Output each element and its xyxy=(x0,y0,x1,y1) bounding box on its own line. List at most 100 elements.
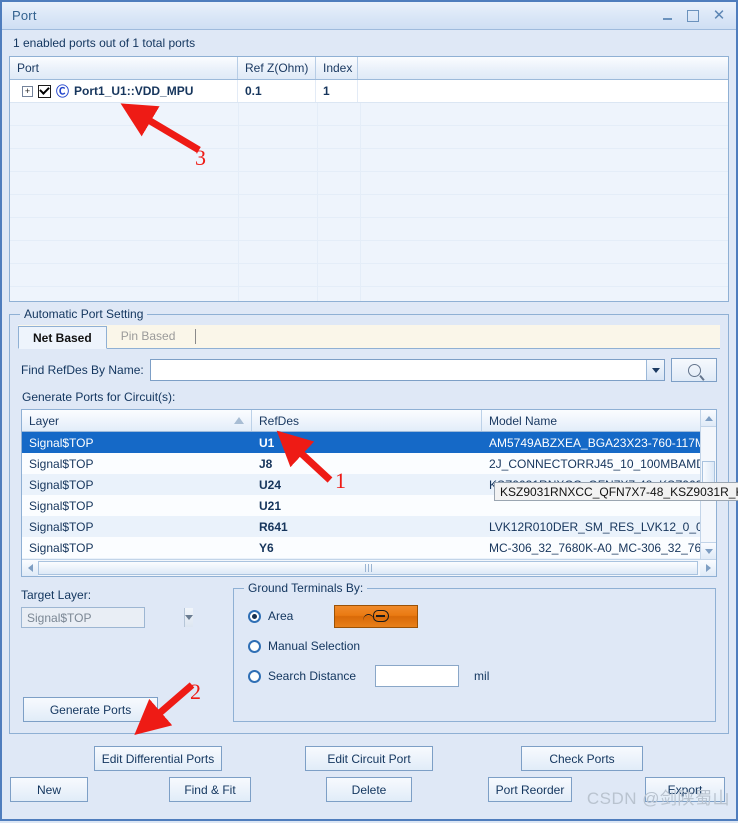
empty-row xyxy=(10,218,728,241)
target-layer-combo[interactable] xyxy=(21,607,145,628)
grip-line xyxy=(371,564,372,572)
maximize-button[interactable] xyxy=(680,5,706,27)
chevron-down-icon xyxy=(185,615,193,620)
minimize-icon xyxy=(663,18,672,20)
footer-buttons: Edit Differential Ports Edit Circuit Por… xyxy=(2,734,736,819)
circuits-horizontal-scrollbar[interactable] xyxy=(22,559,716,576)
empty-row xyxy=(10,126,728,149)
target-layer-dropdown-button[interactable] xyxy=(184,608,193,627)
annotation-number-3: 3 xyxy=(195,145,206,171)
radio-area[interactable] xyxy=(248,610,261,623)
circuits-list[interactable]: Layer RefDes Model Name Signal$TOP U1 AM… xyxy=(21,409,717,577)
column-header-blank[interactable] xyxy=(358,57,728,79)
ground-option-manual-selection[interactable]: Manual Selection xyxy=(248,631,705,661)
new-button[interactable]: New xyxy=(10,777,88,802)
minimize-button[interactable] xyxy=(654,5,680,27)
generate-ports-for-circuits-label: Generate Ports for Circuit(s): xyxy=(22,390,717,404)
magnifier-icon xyxy=(688,364,701,377)
circuits-row-R641[interactable]: Signal$TOP R641 LVK12R010DER_SM_RES_LVK1… xyxy=(22,516,700,537)
horizontal-scroll-thumb[interactable] xyxy=(38,561,698,575)
column-header-model-name[interactable]: Model Name xyxy=(482,410,700,431)
radio-search-distance[interactable] xyxy=(248,670,261,683)
port-reorder-button[interactable]: Port Reorder xyxy=(488,777,572,802)
cell-refdes: R641 xyxy=(252,516,482,537)
horizontal-scroll-track[interactable] xyxy=(38,560,700,576)
ports-grid-empty-area[interactable] xyxy=(10,103,728,302)
cell-layer: Signal$TOP xyxy=(22,495,252,516)
radio-area-label: Area xyxy=(268,609,293,623)
title-bar: Port ✕ xyxy=(2,2,736,30)
ground-option-search-distance[interactable]: Search Distance mil xyxy=(248,661,705,691)
column-header-layer-label: Layer xyxy=(29,414,59,428)
ports-grid-row[interactable]: + Ⓒ Port1_U1::VDD_MPU 0.1 1 xyxy=(10,80,728,103)
model-name-tooltip: KSZ9031RNXCC_QFN7X7-48_KSZ9031R_KSZ9031R… xyxy=(494,482,738,501)
find-refdes-dropdown-button[interactable] xyxy=(646,360,664,380)
cell-model-name: AM5749ABZXEA_BGA23X23-760-117M__A... xyxy=(482,432,700,453)
tab-net-based[interactable]: Net Based xyxy=(18,326,107,349)
expand-icon[interactable]: + xyxy=(22,86,33,97)
empty-row xyxy=(10,264,728,287)
radio-manual-selection[interactable] xyxy=(248,640,261,653)
column-header-refdes[interactable]: RefDes xyxy=(252,410,482,431)
search-button[interactable] xyxy=(671,358,717,382)
circuits-row-U1[interactable]: Signal$TOP U1 AM5749ABZXEA_BGA23X23-760-… xyxy=(22,432,700,453)
find-refdes-combo[interactable] xyxy=(150,359,665,381)
close-button[interactable]: ✕ xyxy=(706,5,732,27)
check-ports-button[interactable]: Check Ports xyxy=(521,746,643,771)
port-blank-cell[interactable] xyxy=(358,80,728,102)
scroll-right-button[interactable] xyxy=(700,560,716,576)
port-refz-cell[interactable]: 0.1 xyxy=(238,80,316,102)
circuits-row-Y6[interactable]: Signal$TOP Y6 MC-306_32_7680K-A0_MC-306_… xyxy=(22,537,700,558)
tab-pin-based[interactable]: Pin Based xyxy=(107,325,190,348)
delete-button[interactable]: Delete xyxy=(326,777,412,802)
generate-ports-button[interactable]: Generate Ports xyxy=(23,697,158,722)
settings-bottom-row: Target Layer: Generate Ports Ground Term… xyxy=(21,588,717,722)
find-refdes-row: Find RefDes By Name: xyxy=(21,358,717,382)
ground-option-area[interactable]: Area xyxy=(248,601,705,631)
scroll-up-button[interactable] xyxy=(701,410,716,427)
chevron-down-icon xyxy=(652,368,660,373)
status-line: 1 enabled ports out of 1 total ports xyxy=(2,30,736,56)
cell-model-name: LVK12R010DER_SM_RES_LVK12_0_01O_0_... xyxy=(482,516,700,537)
target-layer-label: Target Layer: xyxy=(21,588,221,602)
radio-manual-selection-label: Manual Selection xyxy=(268,639,360,653)
empty-row xyxy=(10,149,728,172)
column-header-port[interactable]: Port xyxy=(10,57,238,79)
edit-differential-ports-button[interactable]: Edit Differential Ports xyxy=(94,746,222,771)
close-icon: ✕ xyxy=(713,8,726,23)
maximize-icon xyxy=(687,10,699,22)
port-circuit-icon: Ⓒ xyxy=(56,85,69,98)
chevron-left-icon xyxy=(28,564,33,572)
ports-grid[interactable]: Port Ref Z(Ohm) Index + Ⓒ Port1_U1::VDD_… xyxy=(9,56,729,302)
find-refdes-input[interactable] xyxy=(151,360,646,380)
empty-row xyxy=(10,103,728,126)
scroll-left-button[interactable] xyxy=(22,560,38,576)
find-and-fit-button[interactable]: Find & Fit xyxy=(169,777,251,802)
search-distance-input[interactable] xyxy=(375,665,459,687)
port-enabled-checkbox[interactable] xyxy=(38,85,51,98)
target-layer-input[interactable] xyxy=(22,608,184,627)
column-header-index[interactable]: Index xyxy=(316,57,358,79)
cell-refdes: Y6 xyxy=(252,537,482,558)
cell-layer: Signal$TOP xyxy=(22,453,252,474)
scroll-down-button[interactable] xyxy=(701,542,716,559)
port-cell[interactable]: + Ⓒ Port1_U1::VDD_MPU xyxy=(10,80,238,102)
net-based-panel: Find RefDes By Name: Generate Ports for … xyxy=(18,349,720,725)
port-index-cell[interactable]: 1 xyxy=(316,80,358,102)
edit-circuit-port-button[interactable]: Edit Circuit Port xyxy=(305,746,433,771)
circuits-row-J8[interactable]: Signal$TOP J8 2J_CONNECTORRJ45_10_100MBA… xyxy=(22,453,700,474)
empty-row xyxy=(10,172,728,195)
empty-row xyxy=(10,195,728,218)
annotation-number-1: 1 xyxy=(335,468,346,494)
search-distance-unit: mil xyxy=(474,669,489,683)
column-header-layer[interactable]: Layer xyxy=(22,410,252,431)
port-dialog: Port ✕ 1 enabled ports out of 1 total po… xyxy=(0,0,738,821)
window-title: Port xyxy=(12,8,37,23)
column-header-refz[interactable]: Ref Z(Ohm) xyxy=(238,57,316,79)
status-text: 1 enabled ports out of 1 total ports xyxy=(13,36,195,50)
cell-refdes: U24 xyxy=(252,474,482,495)
export-button[interactable]: Export xyxy=(645,777,725,802)
area-pick-button[interactable] xyxy=(334,605,418,628)
cell-layer: Signal$TOP xyxy=(22,537,252,558)
cell-refdes: J8 xyxy=(252,453,482,474)
